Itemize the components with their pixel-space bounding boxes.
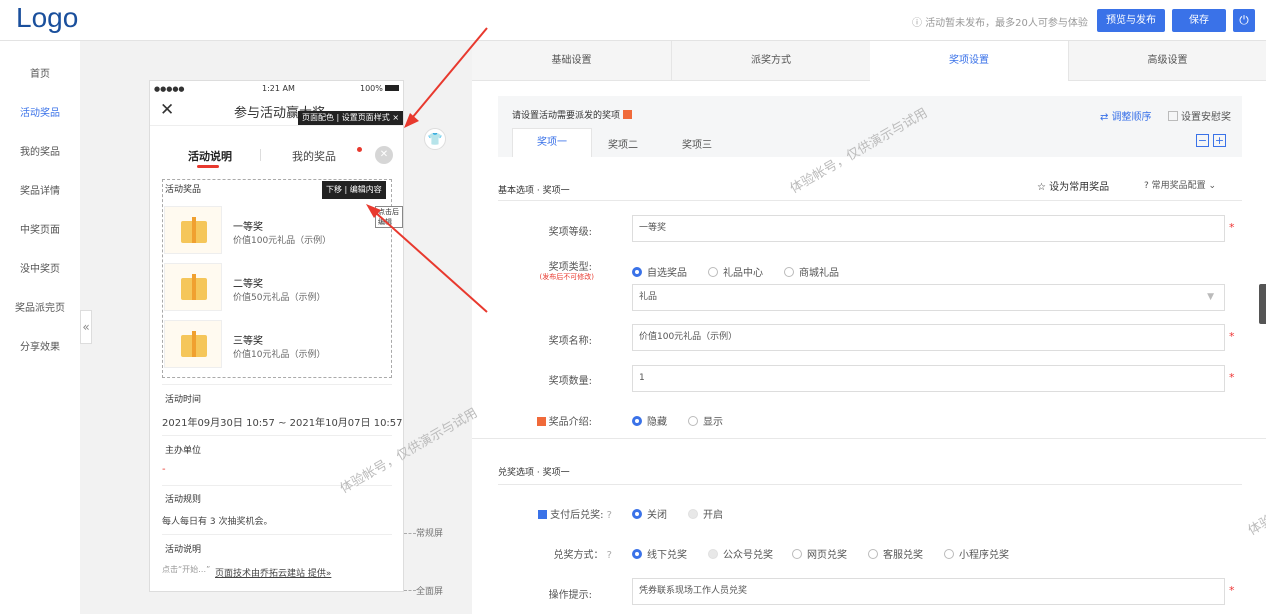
arrow-line	[375, 212, 488, 313]
annotation-arrows	[366, 27, 488, 313]
arrow-head	[404, 113, 419, 128]
arrow-line	[411, 27, 488, 119]
